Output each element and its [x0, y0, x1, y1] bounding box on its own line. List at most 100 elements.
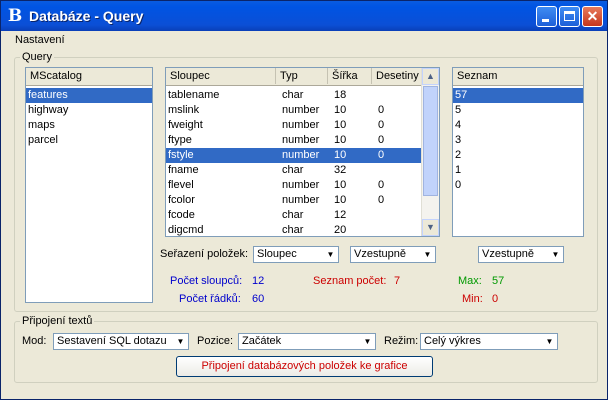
min-label: Min: — [462, 293, 483, 305]
minimize-button[interactable] — [536, 6, 557, 27]
table-row[interactable]: tablename char 18 — [166, 88, 422, 103]
rows-count-value: 60 — [252, 293, 265, 305]
position-value: Začátek — [242, 335, 282, 347]
columns-scrollbar[interactable]: ▲ ▼ — [421, 68, 439, 236]
chevron-down-icon: ▼ — [326, 250, 335, 259]
regime-select[interactable]: Celý výkres ▼ — [420, 333, 558, 350]
catalog-list-header[interactable]: MScatalog — [26, 68, 152, 86]
main-window: B Databáze - Query ✕ Nastavení Query MSc… — [0, 0, 608, 400]
chevron-down-icon: ▼ — [551, 250, 560, 259]
mode-label: Mod: — [22, 335, 47, 347]
table-row[interactable]: digcmd char 20 — [166, 223, 422, 236]
value-item-label: 0 — [455, 179, 462, 191]
cell-sirka: 10 — [334, 119, 347, 131]
mode-select[interactable]: Sestavení SQL dotazu ▼ — [53, 333, 189, 350]
maximize-button[interactable] — [559, 6, 580, 27]
header-desetiny[interactable]: Desetiny — [372, 68, 423, 84]
menu-bar: Nastavení — [1, 31, 607, 49]
list-item[interactable]: 2 — [453, 148, 583, 163]
table-row[interactable]: mslink number 10 0 — [166, 103, 422, 118]
cell-sirka: 10 — [334, 179, 347, 191]
catalog-list[interactable]: MScatalog features highway maps parcel — [25, 67, 153, 303]
mode-value: Sestavení SQL dotazu — [57, 335, 167, 347]
cell-sloupec: fstyle — [168, 149, 194, 161]
columns-count-value: 12 — [252, 275, 265, 287]
title-bar[interactable]: B Databáze - Query ✕ — [1, 1, 607, 31]
catalog-item-label: maps — [28, 119, 55, 131]
values-list[interactable]: Seznam 57 5 4 3 2 1 0 — [452, 67, 584, 237]
cell-sloupec: fweight — [168, 119, 203, 131]
list-item[interactable]: 1 — [453, 163, 583, 178]
attach-db-items-button[interactable]: Připojení databázových položek ke grafic… — [176, 356, 433, 377]
header-sloupec[interactable]: Sloupec — [166, 68, 276, 84]
table-row[interactable]: fstyle number 10 0 — [166, 148, 422, 163]
cell-sirka: 10 — [334, 149, 347, 161]
list-item[interactable]: 4 — [453, 118, 583, 133]
cell-sirka: 18 — [334, 89, 347, 101]
cell-typ: number — [282, 149, 320, 161]
header-sirka[interactable]: Šířka — [328, 68, 372, 84]
table-row[interactable]: fcolor number 10 0 — [166, 193, 422, 208]
chevron-down-icon: ▼ — [363, 337, 372, 346]
columns-table[interactable]: Sloupec Typ Šířka Desetiny tablename char… — [165, 67, 440, 237]
position-select[interactable]: Začátek ▼ — [238, 333, 376, 350]
position-label: Pozice: — [197, 335, 234, 347]
query-group-label: Query — [20, 51, 54, 63]
max-value: 57 — [492, 275, 505, 287]
values-header-label: Seznam — [453, 68, 583, 84]
cell-sirka: 20 — [334, 224, 347, 236]
cell-typ: char — [282, 224, 304, 236]
catalog-item-label: features — [28, 89, 68, 101]
cell-sirka: 10 — [334, 194, 347, 206]
cell-sloupec: tablename — [168, 89, 220, 101]
columns-count-label: Počet sloupců: — [170, 275, 243, 287]
cell-desetiny: 0 — [378, 104, 385, 116]
min-value: 0 — [492, 293, 499, 305]
list-item[interactable]: maps — [26, 118, 152, 133]
list-item[interactable]: 3 — [453, 133, 583, 148]
sort-column-select[interactable]: Sloupec ▼ — [253, 246, 339, 263]
minimize-icon — [542, 19, 549, 22]
sort-column-value: Sloupec — [257, 248, 297, 260]
cell-typ: number — [282, 194, 320, 206]
scroll-up-icon[interactable]: ▲ — [422, 68, 439, 85]
table-row[interactable]: ftype number 10 0 — [166, 133, 422, 148]
cell-desetiny: 0 — [378, 194, 385, 206]
list-item[interactable]: parcel — [26, 133, 152, 148]
menu-settings[interactable]: Nastavení — [15, 34, 65, 46]
columns-table-header: Sloupec Typ Šířka Desetiny — [166, 68, 439, 86]
table-row[interactable]: fname char 32 — [166, 163, 422, 178]
cell-sloupec: mslink — [168, 104, 200, 116]
chevron-down-icon: ▼ — [545, 337, 554, 346]
list-order-value: Vzestupně — [482, 248, 534, 260]
cell-typ: number — [282, 119, 320, 131]
list-item[interactable]: highway — [26, 103, 152, 118]
scroll-down-icon[interactable]: ▼ — [422, 219, 439, 236]
table-row[interactable]: fweight number 10 0 — [166, 118, 422, 133]
cell-desetiny: 0 — [378, 179, 385, 191]
max-label: Max: — [458, 275, 482, 287]
cell-sirka: 32 — [334, 164, 347, 176]
list-item[interactable]: 0 — [453, 178, 583, 193]
sort-order-select[interactable]: Vzestupně ▼ — [350, 246, 436, 263]
list-item[interactable]: 5 — [453, 103, 583, 118]
catalog-item-label: parcel — [28, 134, 58, 146]
table-row[interactable]: flevel number 10 0 — [166, 178, 422, 193]
list-count-value: 7 — [394, 275, 401, 287]
list-item[interactable]: 57 — [453, 88, 583, 103]
cell-sirka: 12 — [334, 209, 347, 221]
rows-count-label: Počet řádků: — [179, 293, 241, 305]
table-row[interactable]: fcode char 12 — [166, 208, 422, 223]
header-typ[interactable]: Typ — [276, 68, 328, 84]
close-button[interactable]: ✕ — [582, 6, 603, 27]
value-item-label: 5 — [455, 104, 462, 116]
cell-typ: char — [282, 89, 304, 101]
regime-label: Režim: — [384, 335, 419, 347]
cell-desetiny: 0 — [378, 134, 385, 146]
values-list-header[interactable]: Seznam — [453, 68, 583, 86]
list-order-select[interactable]: Vzestupně ▼ — [478, 246, 564, 263]
cell-sloupec: ftype — [168, 134, 192, 146]
list-item[interactable]: features — [26, 88, 152, 103]
chevron-down-icon: ▼ — [176, 337, 185, 346]
scroll-thumb[interactable] — [423, 86, 438, 196]
